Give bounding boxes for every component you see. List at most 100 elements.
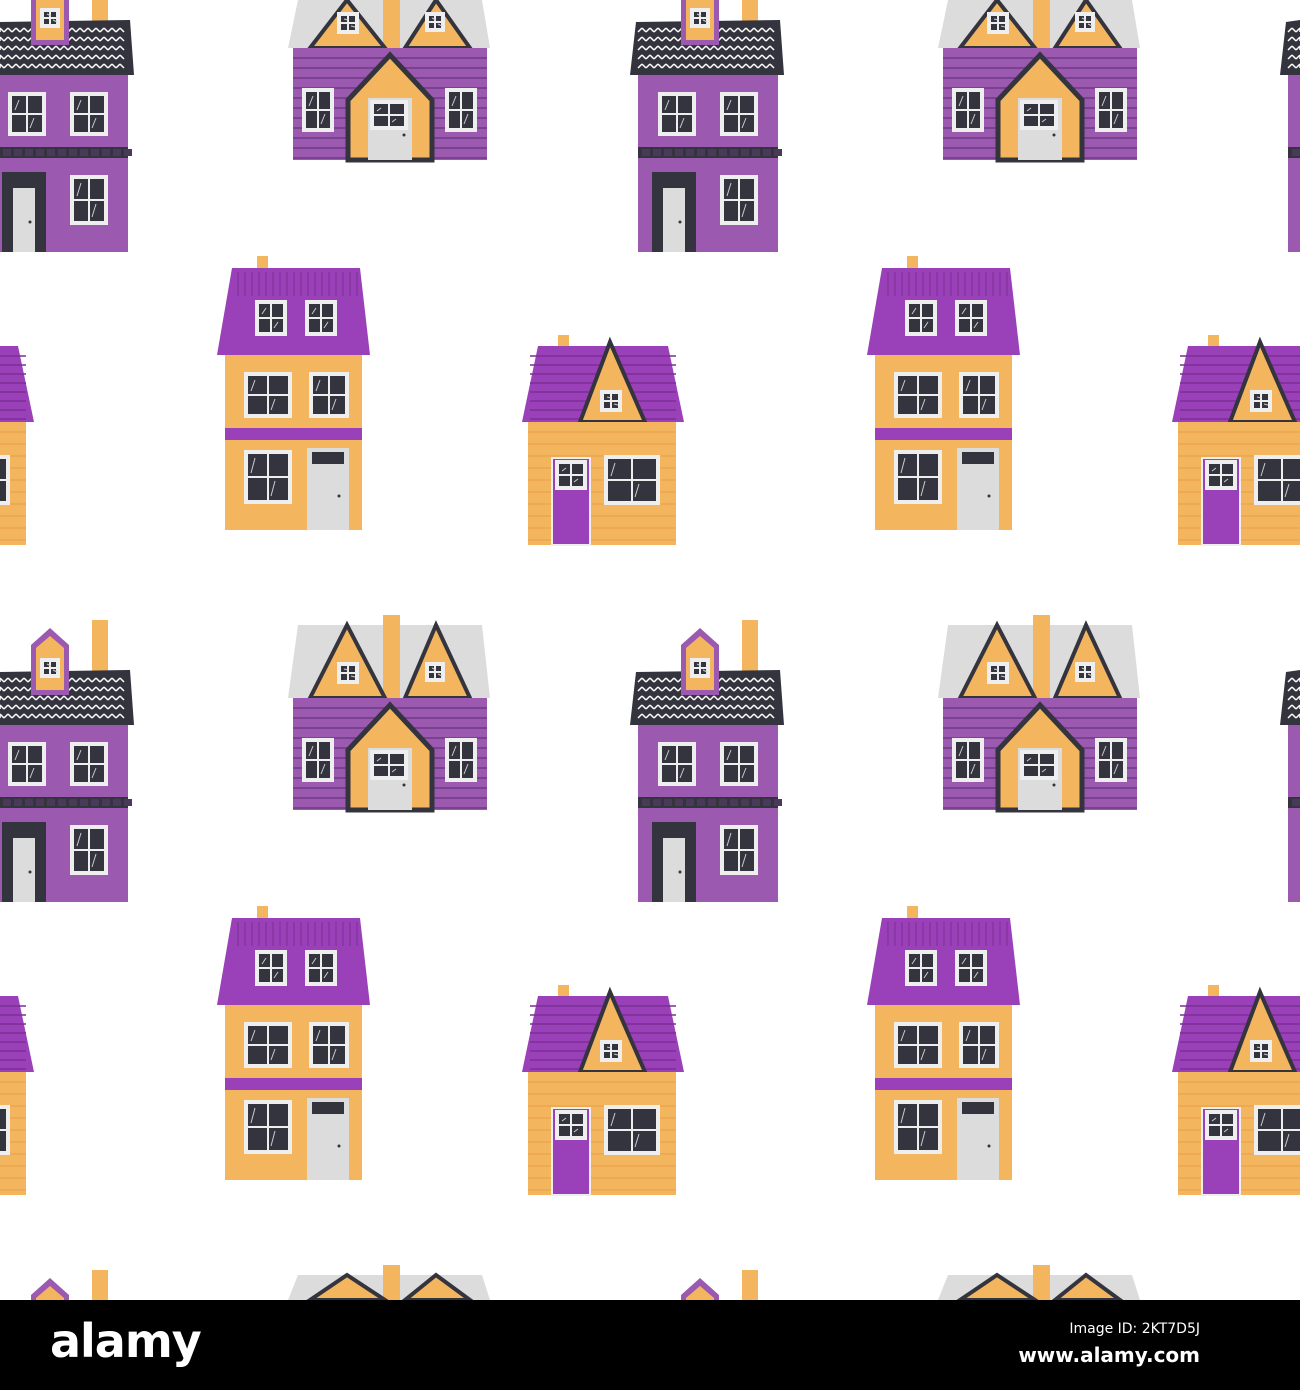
window <box>987 662 1009 684</box>
alamy-logo: alamy <box>50 1314 202 1368</box>
image-id: Image ID: 2KT7D5J <box>1069 1321 1200 1337</box>
house-small-yellow <box>1172 985 1300 1196</box>
window <box>1205 460 1237 490</box>
window <box>959 1022 999 1068</box>
window <box>255 300 287 336</box>
window <box>244 1100 292 1154</box>
window <box>370 750 408 780</box>
window <box>905 950 937 986</box>
window <box>604 1105 660 1155</box>
house-wide-purple <box>938 0 1140 163</box>
window <box>1254 455 1300 505</box>
window <box>555 1110 587 1140</box>
window <box>952 88 984 132</box>
window <box>1095 88 1127 132</box>
window <box>309 372 349 418</box>
house-wide-purple <box>938 1265 1140 1300</box>
house-small-yellow <box>1172 335 1300 546</box>
house-tall-purple <box>0 0 134 252</box>
house-small-yellow <box>0 346 34 545</box>
window <box>302 88 334 132</box>
window <box>70 742 108 786</box>
window <box>658 92 696 136</box>
house-small-yellow <box>522 985 684 1196</box>
window <box>40 658 60 678</box>
window <box>70 92 108 136</box>
window <box>555 460 587 490</box>
window <box>337 662 359 684</box>
window <box>425 662 445 682</box>
window <box>658 742 696 786</box>
house-tall-yellow <box>867 256 1020 530</box>
window <box>894 1022 942 1068</box>
window <box>370 100 408 130</box>
window <box>0 455 10 505</box>
window <box>987 12 1009 34</box>
window <box>720 742 758 786</box>
window <box>1250 390 1272 412</box>
window <box>305 300 337 336</box>
house-tall-purple <box>681 1270 758 1300</box>
window <box>425 12 445 32</box>
window <box>445 738 477 782</box>
window <box>905 300 937 336</box>
window <box>1020 100 1058 130</box>
site-url: www.alamy.com <box>1018 1343 1200 1367</box>
window <box>600 390 622 412</box>
window <box>600 1040 622 1062</box>
house-wide-purple <box>288 0 490 163</box>
window <box>955 950 987 986</box>
house-tall-yellow <box>217 256 370 530</box>
window <box>720 175 758 225</box>
window <box>690 8 710 28</box>
window <box>305 950 337 986</box>
house-wide-purple <box>288 615 490 813</box>
window <box>337 12 359 34</box>
house-pattern <box>0 0 1300 1300</box>
window <box>894 1100 942 1154</box>
window <box>40 8 60 28</box>
watermark-bar: alamy Image ID: 2KT7D5J www.alamy.com <box>0 1300 1300 1390</box>
window <box>1075 662 1095 682</box>
window <box>894 372 942 418</box>
window <box>952 738 984 782</box>
house-tall-purple <box>630 620 784 902</box>
house-tall-yellow <box>867 906 1020 1180</box>
window <box>445 88 477 132</box>
window <box>70 175 108 225</box>
house-wide-purple <box>938 615 1140 813</box>
house-tall-yellow <box>217 906 370 1180</box>
window <box>1254 1105 1300 1155</box>
window <box>1095 738 1127 782</box>
window <box>1250 1040 1272 1062</box>
house-tall-purple <box>1280 670 1300 902</box>
window <box>955 300 987 336</box>
window <box>8 92 46 136</box>
house-tall-purple <box>0 620 134 902</box>
window <box>690 658 710 678</box>
window <box>255 950 287 986</box>
window <box>244 450 292 504</box>
window <box>309 1022 349 1068</box>
window <box>720 92 758 136</box>
window <box>8 742 46 786</box>
window <box>604 455 660 505</box>
window <box>302 738 334 782</box>
window <box>894 450 942 504</box>
house-small-yellow <box>0 996 34 1195</box>
window <box>1075 12 1095 32</box>
house-small-yellow <box>522 335 684 546</box>
window <box>1205 1110 1237 1140</box>
window <box>959 372 999 418</box>
window <box>1020 750 1058 780</box>
house-wide-purple <box>288 1265 490 1300</box>
window <box>0 1105 10 1155</box>
house-tall-purple <box>31 1270 108 1300</box>
window <box>244 372 292 418</box>
window <box>244 1022 292 1068</box>
pattern-image: alamy Image ID: 2KT7D5J www.alamy.com <box>0 0 1300 1390</box>
window <box>70 825 108 875</box>
window <box>720 825 758 875</box>
house-tall-purple <box>1280 20 1300 252</box>
house-tall-purple <box>630 0 784 252</box>
